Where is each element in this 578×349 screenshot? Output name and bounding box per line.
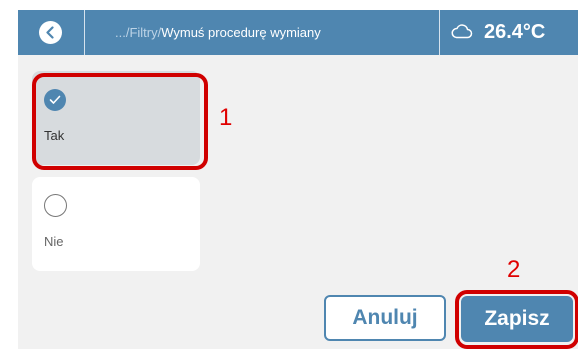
temperature-readout: 26.4°C [484,21,546,43]
checkmark-icon [49,95,61,104]
radio-unselected[interactable] [44,194,67,217]
cloud-icon [451,24,473,39]
breadcrumb-current: Wymuś procedurę wymiany [161,25,321,40]
radio-selected[interactable] [44,89,66,111]
option-tak[interactable]: Tak [32,71,200,165]
option-label: Tak [44,128,65,143]
annotation-marker-1: 1 [219,104,233,131]
top-bar: .../Filtry/Wymuś procedurę wymiany 26.4°… [18,10,578,55]
header-divider [439,10,440,55]
option-label: Nie [44,234,64,249]
breadcrumb-path[interactable]: .../Filtry/ [115,25,161,40]
save-button[interactable]: Zapisz [461,296,573,342]
breadcrumb: .../Filtry/Wymuś procedurę wymiany [115,25,321,40]
cancel-button[interactable]: Anuluj [324,295,446,341]
annotation-marker-2: 2 [507,256,521,283]
chevron-left-icon [46,26,54,39]
option-nie[interactable]: Nie [32,177,200,271]
back-button[interactable] [39,21,62,44]
header-divider [84,10,85,55]
